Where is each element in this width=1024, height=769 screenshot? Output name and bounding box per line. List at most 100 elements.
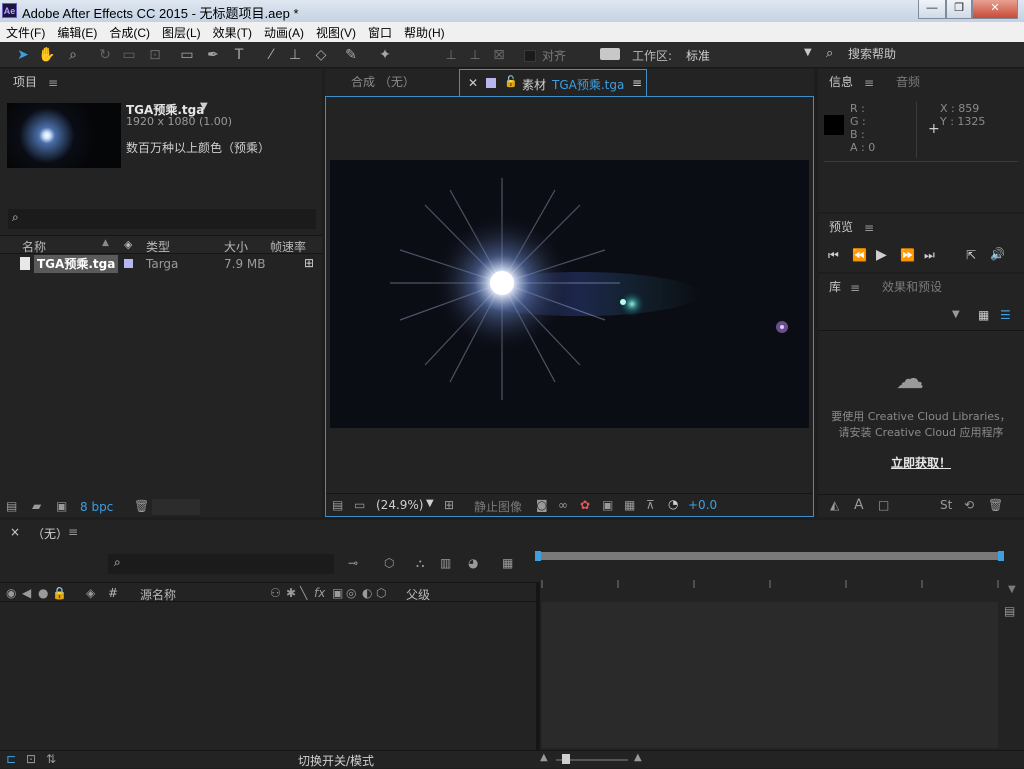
trash-icon[interactable]: 🗑	[988, 498, 1003, 512]
comp-marker-bin-icon[interactable]: ▤	[1004, 604, 1015, 618]
comp-mini-flowchart-icon[interactable]: ⊸	[348, 556, 358, 570]
workspace-dropdown[interactable]: 标准 ▼	[682, 44, 818, 66]
scroll-thumb[interactable]	[152, 499, 200, 515]
add-graphic-icon[interactable]: ◭	[830, 498, 839, 512]
zoom-dropdown[interactable]: (24.9%)	[376, 498, 423, 512]
mute-audio-icon[interactable]: 🔊	[990, 247, 1005, 261]
quality-switch-icon[interactable]: ╲	[300, 586, 307, 600]
safe-margins-icon[interactable]: ⊞	[444, 498, 454, 512]
next-frame-icon[interactable]: ⏩	[900, 248, 915, 262]
region-of-interest-icon[interactable]: ▣	[602, 498, 613, 512]
flowchart-icon[interactable]: ⊞	[304, 256, 314, 270]
new-comp-icon[interactable]: ▣	[56, 499, 67, 513]
graph-editor-icon[interactable]: ▦	[502, 556, 513, 570]
zoom-in-icon[interactable]: ▲	[634, 752, 642, 763]
close-icon[interactable]: ✕	[468, 76, 478, 90]
close-icon[interactable]: ×	[10, 525, 20, 539]
loop-icon[interactable]: ⇱	[966, 248, 976, 262]
menu-effect[interactable]: 效果(T)	[213, 24, 252, 41]
motion-blur-icon[interactable]: ◕	[468, 556, 478, 570]
flowchart-icon[interactable]: ⊼	[646, 498, 655, 512]
zoom-slider-handle[interactable]	[562, 754, 570, 764]
axis-local-icon[interactable]: ⟂	[442, 46, 460, 64]
effects-switch-icon[interactable]: fx	[314, 586, 325, 600]
get-creative-cloud-link[interactable]: 立即获取！	[818, 454, 1024, 471]
maximize-button[interactable]: ❐	[946, 0, 972, 19]
camera-tool-icon[interactable]: ▭	[120, 46, 138, 64]
pan-behind-tool-icon[interactable]: ⊡	[146, 46, 164, 64]
last-frame-icon[interactable]: ⏭	[924, 248, 935, 263]
lock-icon[interactable]: 🔒	[52, 586, 67, 600]
add-color-icon[interactable]: □	[878, 498, 889, 512]
trash-icon[interactable]: 🗑	[134, 499, 149, 513]
transparency-grid-icon[interactable]: ▦	[624, 498, 635, 512]
in-out-icon[interactable]: ⇅	[46, 752, 56, 766]
video-visibility-icon[interactable]: ◉	[6, 586, 16, 600]
toggle-switches-modes-button[interactable]: 切换开关/模式	[298, 752, 374, 769]
search-help-input[interactable]: 搜索帮助	[848, 43, 1018, 65]
chevron-down-icon[interactable]: ▼	[200, 101, 208, 112]
panel-menu-icon[interactable]: ≡	[850, 281, 860, 295]
footage-canvas[interactable]	[330, 160, 809, 428]
layer-switches-icon[interactable]: ⊏	[6, 752, 16, 766]
pen-tool-icon[interactable]: ✒	[204, 46, 222, 64]
freeze-frame-label[interactable]: 静止图像	[474, 498, 522, 515]
type-tool-icon[interactable]: T	[230, 46, 248, 64]
solo-icon[interactable]: ●	[38, 586, 48, 600]
3d-layer-icon[interactable]: ⬡	[376, 586, 386, 600]
roto-brush-tool-icon[interactable]: ✎	[342, 46, 360, 64]
frame-blending-icon[interactable]: ▥	[440, 556, 451, 570]
library-dropdown[interactable]: ▼	[820, 304, 970, 326]
minimize-button[interactable]: —	[918, 0, 946, 19]
play-icon[interactable]: ▶	[876, 247, 887, 263]
menu-animation[interactable]: 动画(A)	[264, 24, 304, 41]
eraser-tool-icon[interactable]: ◇	[312, 46, 330, 64]
adjustment-layer-icon[interactable]: ◐	[362, 586, 372, 600]
column-type[interactable]: 类型	[146, 238, 170, 255]
tab-composition[interactable]: 合成 （无）	[351, 69, 415, 95]
add-text-icon[interactable]: A	[854, 497, 864, 513]
collapse-switch-icon[interactable]: ✱	[286, 586, 296, 600]
menu-edit[interactable]: 编辑(E)	[57, 24, 97, 41]
first-frame-icon[interactable]: ⏮	[828, 248, 839, 263]
stock-icon[interactable]: St	[940, 498, 952, 512]
work-area-start-handle[interactable]	[535, 551, 541, 561]
chevron-down-icon[interactable]: ▼	[426, 498, 434, 509]
work-area-bar[interactable]	[538, 552, 1002, 560]
bpc-toggle[interactable]: 8 bpc	[80, 500, 113, 514]
snapshot-icon[interactable]: ◙	[536, 498, 548, 512]
list-view-icon[interactable]: ☰	[1000, 308, 1011, 322]
clone-stamp-tool-icon[interactable]: ⊥	[286, 46, 304, 64]
tab-effects-presets[interactable]: 效果和预设	[882, 274, 942, 300]
panel-menu-icon[interactable]: ≡	[864, 221, 874, 235]
close-button[interactable]: ✕	[972, 0, 1018, 19]
draft-3d-icon[interactable]: ⬡	[384, 556, 394, 570]
panel-splitter[interactable]	[536, 582, 540, 752]
label-color-swatch[interactable]	[124, 259, 133, 268]
menu-window[interactable]: 窗口	[368, 24, 392, 41]
axis-world-icon[interactable]: ⟂	[466, 46, 484, 64]
snap-options-icon[interactable]	[600, 48, 620, 60]
show-snapshot-icon[interactable]: ∞	[558, 498, 568, 512]
timeline-tab[interactable]: （无）	[32, 525, 68, 542]
rotate-tool-icon[interactable]: ↻	[96, 46, 114, 64]
brush-tool-icon[interactable]: ⁄	[262, 46, 280, 64]
channels-icon[interactable]: ✿	[580, 498, 590, 512]
exposure-value[interactable]: +0.0	[688, 498, 717, 512]
panel-menu-icon[interactable]: ≡	[632, 76, 642, 90]
tab-audio[interactable]: 音频	[896, 69, 920, 95]
column-name[interactable]: 名称	[22, 238, 46, 255]
prev-frame-icon[interactable]: ⏪	[852, 248, 867, 262]
sync-icon[interactable]: ⟲	[964, 498, 974, 512]
menu-layer[interactable]: 图层(L)	[162, 24, 201, 41]
rectangle-tool-icon[interactable]: ▭	[178, 46, 196, 64]
tab-info[interactable]: 信息	[829, 69, 853, 95]
axis-view-icon[interactable]: ⊠	[490, 46, 508, 64]
table-row[interactable]: TGA预乘.tga Targa 7.9 MB ⊞	[0, 255, 322, 273]
interpret-footage-icon[interactable]: ▤	[6, 499, 17, 513]
panel-menu-icon[interactable]: ≡	[48, 76, 58, 90]
project-search-input[interactable]: ⌕	[8, 209, 316, 229]
grid-view-icon[interactable]: ▦	[978, 308, 989, 322]
zoom-tool-icon[interactable]: ⌕	[64, 46, 82, 64]
menu-composition[interactable]: 合成(C)	[109, 24, 150, 41]
